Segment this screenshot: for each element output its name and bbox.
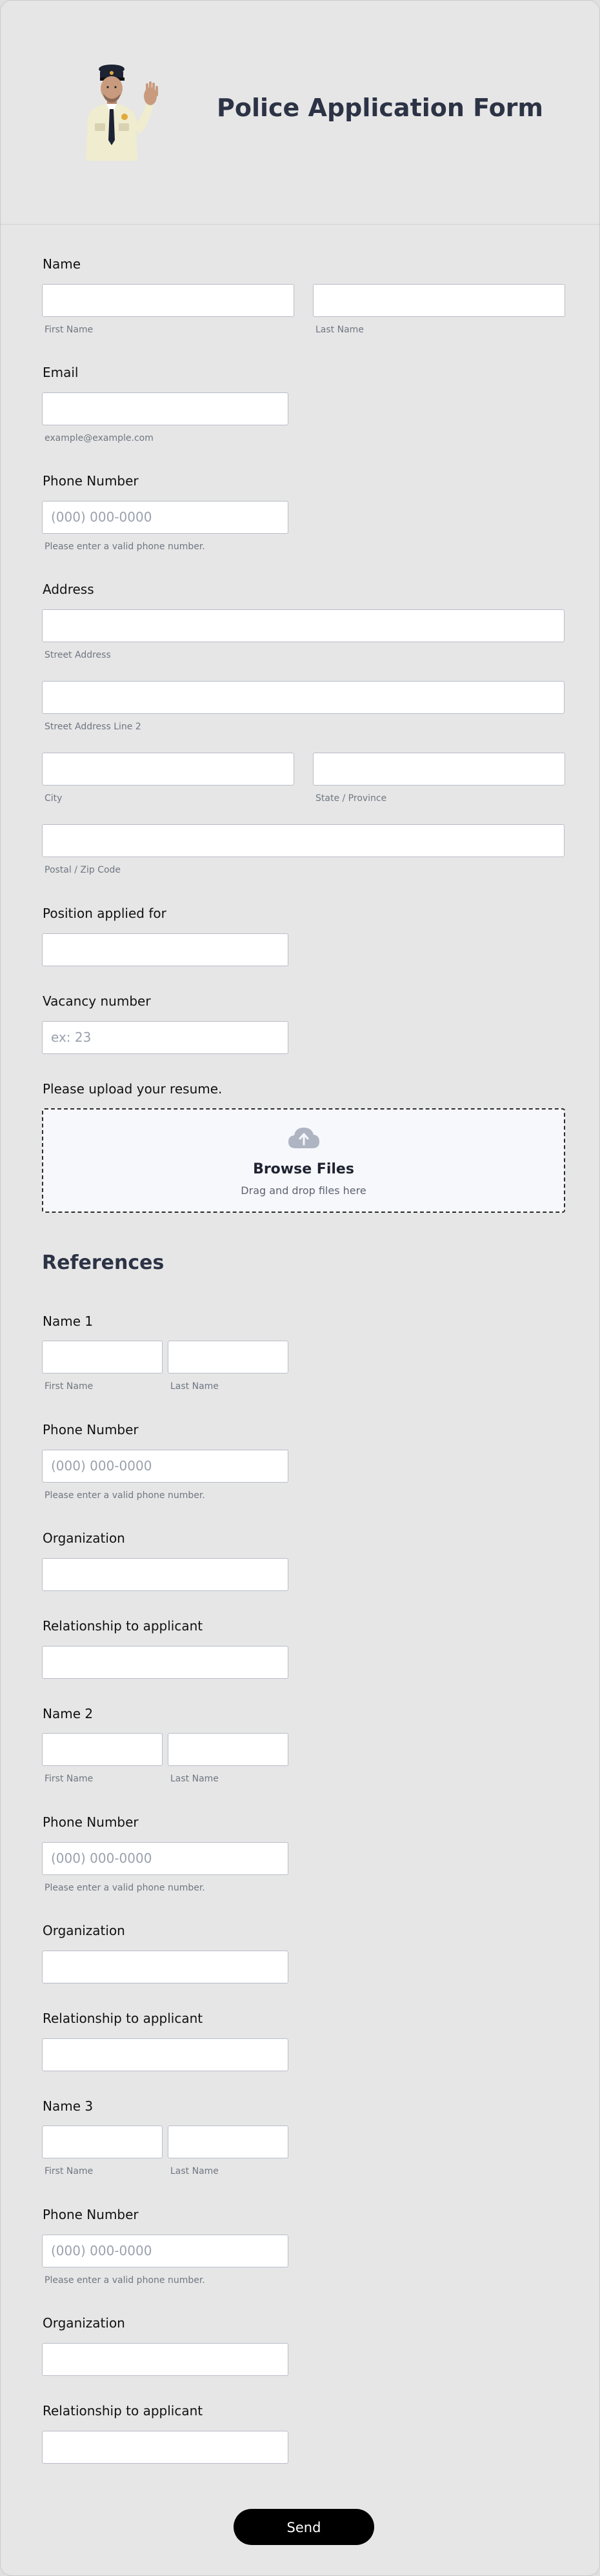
street-address-line2-input[interactable] (42, 681, 565, 714)
cloud-upload-icon (288, 1128, 319, 1148)
reference-relationship-input[interactable] (42, 2038, 288, 2071)
reference-phone-label: Phone Number (43, 2207, 139, 2222)
email-hint: example@example.com (45, 433, 154, 443)
reference-relationship-label: Relationship to applicant (43, 2403, 203, 2419)
position-label: Position applied for (43, 906, 166, 921)
postal-code-sublabel: Postal / Zip Code (45, 865, 121, 875)
reference-first-name-sublabel: First Name (45, 1774, 94, 1784)
reference-last-name-input[interactable] (168, 2125, 288, 2158)
reference-phone-input[interactable]: (000) 000-0000 (42, 2235, 288, 2267)
form-card: Police Application Form Name First Name … (0, 0, 600, 2576)
position-input[interactable] (42, 933, 288, 966)
reference-last-name-sublabel: Last Name (170, 1774, 219, 1784)
reference-first-name-input[interactable] (42, 1733, 163, 1766)
reference-first-name-sublabel: First Name (45, 1381, 94, 1392)
address-label: Address (43, 582, 94, 597)
reference-last-name-sublabel: Last Name (170, 2166, 219, 2176)
reference-phone-hint: Please enter a valid phone number. (45, 1490, 205, 1501)
police-officer-illustration (86, 65, 158, 161)
references-heading: References (42, 1252, 165, 1274)
reference-relationship-input[interactable] (42, 2431, 288, 2464)
reference-organization-input[interactable] (42, 1558, 288, 1591)
reference-phone-hint: Please enter a valid phone number. (45, 2275, 205, 2286)
send-button[interactable]: Send (234, 2509, 374, 2545)
reference-relationship-label: Relationship to applicant (43, 1618, 203, 1634)
reference-name-label: Name 2 (43, 1706, 94, 1721)
name-label: Name (43, 256, 81, 272)
state-sublabel: State / Province (315, 793, 387, 804)
email-label: Email (43, 365, 79, 380)
email-input[interactable] (42, 392, 288, 425)
reference-phone-input[interactable]: (000) 000-0000 (42, 1450, 288, 1483)
street-address-sublabel: Street Address (45, 650, 111, 660)
vacancy-input[interactable]: ex: 23 (42, 1021, 288, 1054)
city-sublabel: City (45, 793, 63, 804)
reference-name-label: Name 3 (43, 2098, 94, 2114)
reference-phone-input[interactable]: (000) 000-0000 (42, 1842, 288, 1875)
reference-organization-label: Organization (43, 2315, 125, 2331)
reference-relationship-label: Relationship to applicant (43, 2011, 203, 2026)
reference-phone-label: Phone Number (43, 1422, 139, 1437)
file-upload-dropzone[interactable]: Browse Files Drag and drop files here (42, 1108, 565, 1213)
state-input[interactable] (313, 753, 565, 786)
reference-organization-label: Organization (43, 1923, 125, 1938)
reference-first-name-input[interactable] (42, 2125, 163, 2158)
last-name-input[interactable] (313, 284, 565, 317)
vacancy-label: Vacancy number (43, 993, 151, 1009)
phone-hint: Please enter a valid phone number. (45, 542, 205, 552)
drag-drop-hint: Drag and drop files here (241, 1184, 366, 1197)
reference-phone-hint: Please enter a valid phone number. (45, 1883, 205, 1893)
reference-phone-label: Phone Number (43, 1814, 139, 1830)
city-input[interactable] (42, 753, 294, 786)
reference-last-name-input[interactable] (168, 1733, 288, 1766)
street-address-line2-sublabel: Street Address Line 2 (45, 722, 141, 732)
reference-organization-input[interactable] (42, 2343, 288, 2376)
reference-first-name-input[interactable] (42, 1341, 163, 1374)
reference-relationship-input[interactable] (42, 1646, 288, 1679)
reference-last-name-sublabel: Last Name (170, 1381, 219, 1392)
form-header: Police Application Form (1, 1, 599, 225)
reference-last-name-input[interactable] (168, 1341, 288, 1374)
phone-input[interactable]: (000) 000-0000 (42, 501, 288, 534)
first-name-input[interactable] (42, 284, 294, 317)
reference-organization-label: Organization (43, 1530, 125, 1546)
reference-organization-input[interactable] (42, 1951, 288, 1983)
postal-code-input[interactable] (42, 824, 565, 857)
street-address-input[interactable] (42, 609, 565, 642)
first-name-sublabel: First Name (45, 325, 94, 335)
form-title: Police Application Form (217, 94, 544, 122)
upload-label: Please upload your resume. (43, 1081, 223, 1097)
reference-first-name-sublabel: First Name (45, 2166, 94, 2176)
reference-name-label: Name 1 (43, 1313, 94, 1329)
browse-files-text[interactable]: Browse Files (43, 1161, 564, 1177)
last-name-sublabel: Last Name (315, 325, 364, 335)
phone-label: Phone Number (43, 473, 139, 489)
